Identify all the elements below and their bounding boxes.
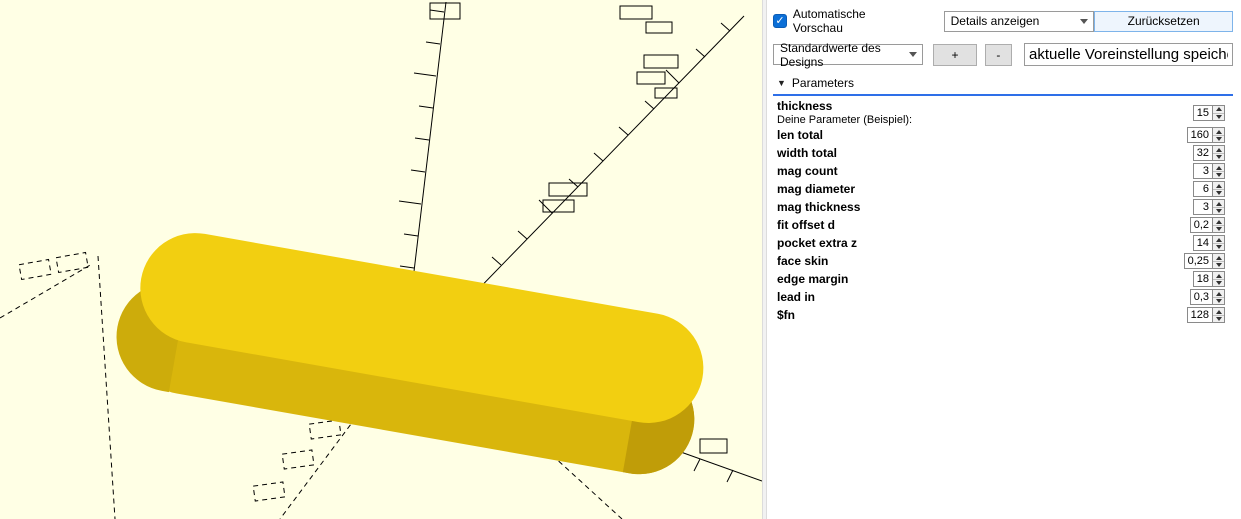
spin-down-button[interactable] [1213, 225, 1224, 233]
customizer-panel: ✓ Automatische Vorschau Details anzeigen… [767, 0, 1241, 519]
param-row-thickness: thickness Deine Parameter (Beispiel): 15 [777, 99, 1225, 126]
spin-up-button[interactable] [1213, 290, 1224, 298]
param-value: 160 [1190, 129, 1209, 142]
param-value: 18 [1196, 273, 1209, 286]
param-row-edge-margin: edge margin 18 [777, 270, 1225, 288]
param-row-mag-thickness: mag thickness 3 [777, 198, 1225, 216]
parameters-section: ▼ Parameters thickness Deine Parameter (… [773, 74, 1233, 324]
param-value: 32 [1196, 147, 1209, 160]
param-spinbox[interactable]: 6 [1193, 181, 1225, 198]
param-row-pocket-extra-z: pocket extra z 14 [777, 234, 1225, 252]
spin-up-button[interactable] [1213, 146, 1224, 154]
param-value: 0,2 [1193, 219, 1209, 232]
param-value: 3 [1202, 165, 1209, 178]
spin-up-button[interactable] [1213, 164, 1224, 172]
reset-button[interactable]: Zurücksetzen [1094, 10, 1233, 32]
param-label: $fn [777, 308, 795, 323]
preset-dropdown[interactable]: Standardwerte des Designs [773, 41, 924, 69]
spin-down-button[interactable] [1213, 153, 1224, 161]
spin-down-button[interactable] [1213, 189, 1224, 197]
param-value: 15 [1196, 107, 1209, 120]
param-label: pocket extra z [777, 236, 858, 251]
param-spinbox[interactable]: 0,3 [1189, 289, 1225, 306]
param-value: 3 [1202, 201, 1209, 214]
spin-up-button[interactable] [1213, 182, 1224, 190]
preset-dropdown-value: Standardwerte des Designs [780, 40, 881, 69]
details-dropdown[interactable]: Details anzeigen [943, 10, 1095, 32]
spin-up-button[interactable] [1213, 236, 1224, 244]
param-label: lead in [777, 290, 816, 305]
openscad-window: ✓ Automatische Vorschau Details anzeigen… [0, 0, 1241, 519]
customizer-toolbar-row-2: Standardwerte des Designs + - [773, 41, 1234, 69]
details-dropdown-value: Details anzeigen [950, 14, 1040, 28]
param-value: 128 [1190, 309, 1209, 322]
spin-up-button[interactable] [1213, 128, 1224, 136]
param-label: edge margin [777, 272, 849, 287]
param-spinbox[interactable]: 160 [1186, 127, 1225, 144]
collapse-triangle-icon: ▼ [777, 77, 786, 88]
spin-down-button[interactable] [1213, 261, 1224, 269]
add-preset-button[interactable]: + [933, 43, 977, 66]
parameters-group-header[interactable]: ▼ Parameters [773, 74, 1233, 94]
checkbox-checked-icon: ✓ [773, 14, 787, 28]
spin-down-button[interactable] [1213, 171, 1224, 179]
param-label: width total [777, 146, 837, 161]
param-label: thickness [777, 99, 833, 113]
spin-down-button[interactable] [1213, 113, 1224, 121]
chevron-down-icon [1080, 18, 1089, 24]
spin-up-button[interactable] [1213, 272, 1224, 280]
param-row-face-skin: face skin 0,25 [777, 252, 1225, 270]
param-value: 6 [1202, 183, 1209, 196]
param-label: face skin [777, 254, 829, 269]
param-description: Deine Parameter (Beispiel): [777, 113, 913, 126]
spin-up-button[interactable] [1213, 218, 1224, 226]
param-label: mag thickness [777, 200, 861, 215]
param-row-len-total: len total 160 [777, 126, 1225, 144]
spin-up-button[interactable] [1213, 200, 1224, 208]
param-value: 14 [1196, 237, 1209, 250]
viewport-canvas [0, 0, 762, 519]
param-row-width-total: width total 32 [777, 144, 1225, 162]
spin-down-button[interactable] [1213, 297, 1224, 305]
param-row-mag-count: mag count 3 [777, 162, 1225, 180]
chevron-down-icon [909, 52, 918, 57]
param-row-lead-in: lead in 0,3 [777, 288, 1225, 306]
param-label: fit offset d [777, 218, 835, 233]
param-spinbox[interactable]: 128 [1186, 307, 1225, 324]
param-row-fn: $fn 128 [777, 306, 1225, 324]
spin-up-button[interactable] [1213, 254, 1224, 262]
param-label: len total [777, 128, 824, 143]
3d-viewport[interactable] [0, 0, 762, 519]
param-spinbox[interactable]: 3 [1193, 163, 1225, 180]
spin-down-button[interactable] [1213, 315, 1224, 323]
param-label: mag diameter [777, 182, 856, 197]
param-spinbox[interactable]: 14 [1192, 235, 1225, 252]
param-spinbox[interactable]: 3 [1193, 199, 1225, 216]
parameters-group-label: Parameters [791, 76, 854, 90]
parameters-list: thickness Deine Parameter (Beispiel): 15… [773, 94, 1233, 324]
param-label: mag count [777, 164, 838, 179]
spin-up-button[interactable] [1213, 106, 1224, 114]
param-spinbox[interactable]: 15 [1192, 105, 1225, 122]
param-value: 0,25 [1187, 255, 1209, 268]
param-row-mag-diameter: mag diameter 6 [777, 180, 1225, 198]
customizer-toolbar-row-1: ✓ Automatische Vorschau Details anzeigen… [773, 7, 1233, 35]
spin-down-button[interactable] [1213, 135, 1224, 143]
param-spinbox[interactable]: 0,25 [1183, 253, 1225, 270]
param-spinbox[interactable]: 18 [1192, 271, 1225, 288]
spin-down-button[interactable] [1213, 207, 1224, 215]
remove-preset-button[interactable]: - [984, 43, 1013, 66]
param-row-fit-offset-d: fit offset d 0,2 [777, 216, 1225, 234]
param-spinbox[interactable]: 0,2 [1189, 217, 1225, 234]
auto-preview-checkbox[interactable]: ✓ Automatische Vorschau [773, 7, 918, 35]
spin-down-button[interactable] [1213, 243, 1224, 251]
param-spinbox[interactable]: 32 [1192, 145, 1225, 162]
spin-down-button[interactable] [1213, 279, 1224, 287]
auto-preview-label: Automatische Vorschau [792, 7, 866, 35]
param-value: 0,3 [1193, 291, 1209, 304]
save-preset-field[interactable] [1024, 43, 1234, 66]
spin-up-button[interactable] [1213, 308, 1224, 316]
